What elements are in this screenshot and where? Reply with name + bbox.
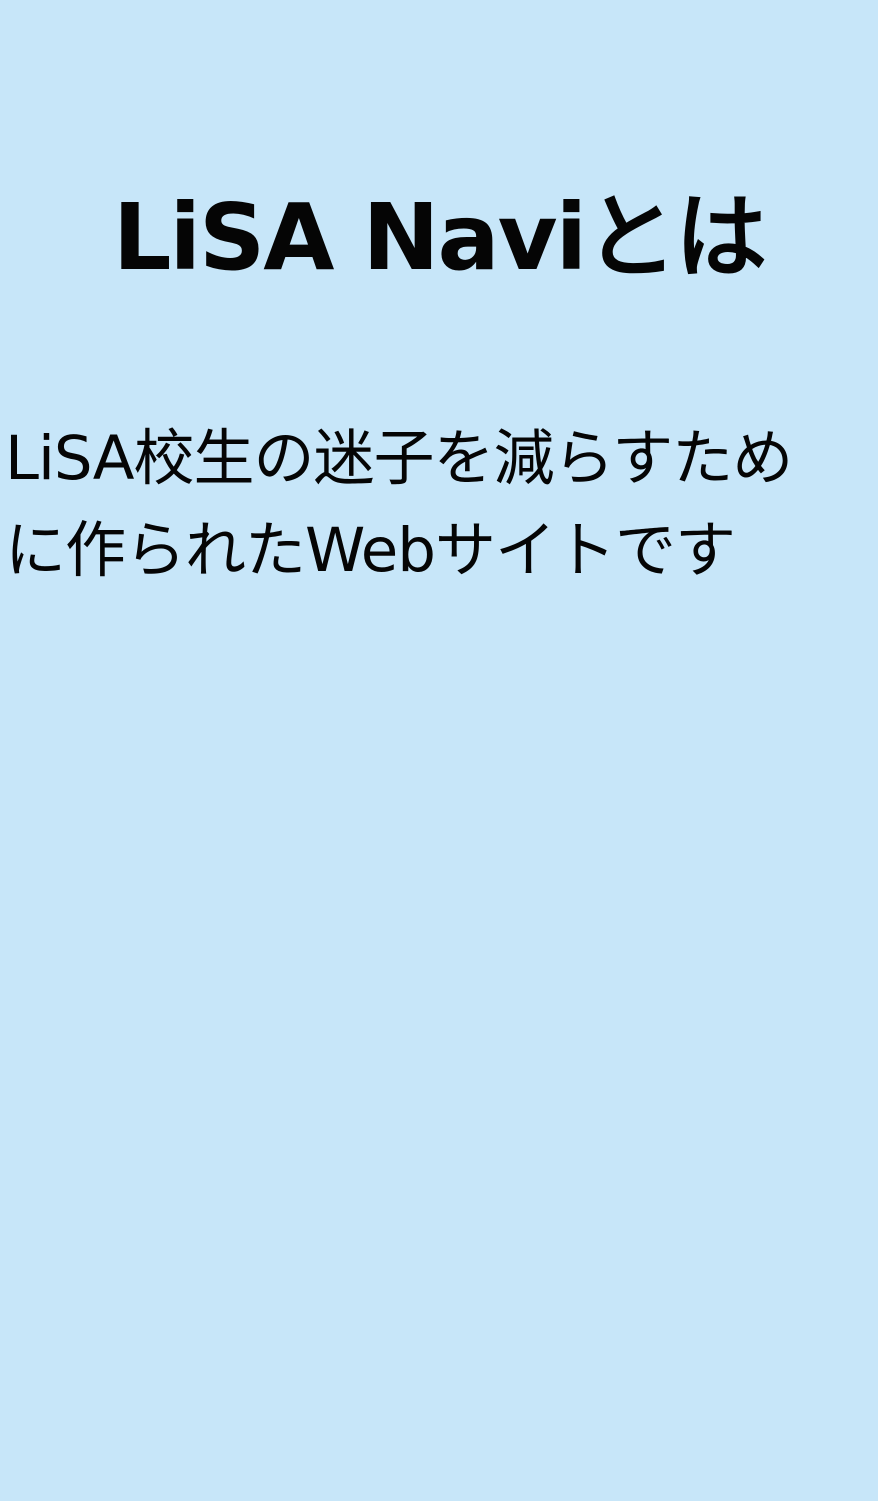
description-line-1: LiSA校生の迷子を減らすため xyxy=(5,423,793,494)
description-line-2: に作られたWebサイトです xyxy=(5,515,736,586)
lisa-navi-about-page: LiSA Naviとは LiSA校生の迷子を減らすため に作られたWebサイトで… xyxy=(0,0,878,1501)
site-description: LiSA校生の迷子を減らすため に作られたWebサイトです xyxy=(5,413,873,597)
page-title: LiSA Naviとは xyxy=(112,184,767,291)
